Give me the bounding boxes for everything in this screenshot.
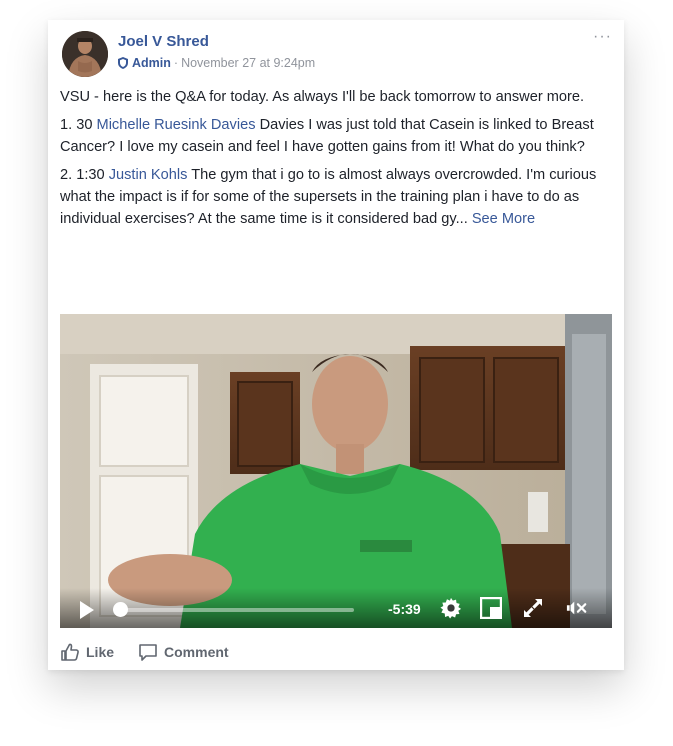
author-name[interactable]: Joel V Shred [118, 33, 209, 50]
admin-badge: Admin [132, 56, 171, 70]
see-more-link[interactable]: See More [472, 211, 535, 227]
post-intro: VSU - here is the Q&A for today. As alwa… [60, 89, 585, 105]
thumbs-up-icon [61, 643, 79, 661]
like-button[interactable]: Like [60, 642, 114, 662]
post-actions: Like Comment [60, 642, 253, 662]
settings-gear-icon[interactable] [440, 597, 462, 619]
comment-label: Comment [164, 644, 229, 660]
question-2: 2. 1:30 Justin Kohls The gym that i go t… [60, 164, 608, 230]
comment-button[interactable]: Comment [138, 642, 229, 662]
video-controls: -5:39 [60, 588, 612, 628]
tagged-user-link[interactable]: Justin Kohls [109, 167, 188, 183]
video-frame [60, 314, 612, 628]
post-meta: Admin · November 27 at 9:24pm [118, 56, 315, 70]
post-timestamp[interactable]: November 27 at 9:24pm [181, 56, 315, 70]
comment-bubble-icon [139, 644, 157, 661]
fullscreen-icon[interactable] [522, 597, 544, 619]
question-prefix: 2. 1:30 [60, 167, 105, 183]
video-player[interactable]: -5:39 [60, 314, 612, 628]
time-remaining: -5:39 [388, 601, 421, 617]
meta-separator: · [173, 56, 179, 70]
muted-speaker-icon[interactable] [566, 597, 588, 619]
post-options-icon[interactable]: ··· [593, 28, 612, 46]
progress-track[interactable] [118, 608, 354, 612]
question-prefix: 1. 30 [60, 117, 93, 133]
play-icon[interactable] [80, 601, 94, 619]
admin-shield-icon [118, 57, 128, 69]
question-1: 1. 30 Michelle Ruesink Davies Davies I w… [60, 114, 608, 158]
progress-scrubber[interactable] [113, 602, 128, 617]
post-body: VSU - here is the Q&A for today. As alwa… [60, 86, 608, 236]
author-avatar[interactable] [62, 31, 108, 77]
tagged-user-link[interactable]: Michelle Ruesink Davies [97, 117, 256, 133]
post-card: Joel V Shred Admin · November 27 at 9:24… [48, 20, 624, 670]
picture-in-picture-icon[interactable] [480, 597, 502, 619]
like-label: Like [86, 644, 115, 660]
